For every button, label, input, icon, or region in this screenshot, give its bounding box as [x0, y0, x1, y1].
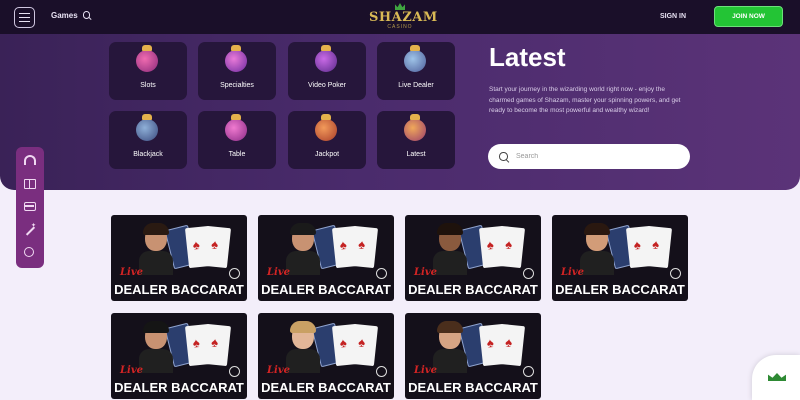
potion-table-icon: [225, 114, 247, 141]
category-latest[interactable]: Latest: [377, 111, 455, 169]
chip-icon: [229, 268, 240, 279]
home-icon[interactable]: [24, 155, 36, 165]
game-tile[interactable]: Live DEALER BACCARAT: [552, 215, 688, 301]
game-title: DEALER BACCARAT: [261, 282, 391, 297]
search-input[interactable]: [516, 150, 681, 163]
live-label: Live: [120, 365, 144, 376]
potion-blackjack-icon: [136, 114, 158, 141]
live-label: Live: [414, 365, 438, 376]
category-label: Jackpot: [314, 151, 340, 158]
search-icon[interactable]: [82, 11, 92, 20]
card-icon[interactable]: [24, 202, 36, 211]
chat-icon[interactable]: [24, 247, 34, 257]
top-navbar: Games SHAZAM CASINO SIGN IN JOIN NOW: [0, 0, 800, 34]
playing-card-icon: [349, 323, 379, 367]
games-search-link[interactable]: Games: [51, 11, 92, 20]
playing-card-icon: [496, 225, 526, 269]
page-title: Latest: [489, 42, 566, 72]
live-label: Live: [267, 365, 291, 376]
category-specialties[interactable]: Specialties: [198, 42, 276, 100]
hero-description: Start your journey in the wizarding worl…: [489, 86, 681, 114]
dealer-image: [139, 321, 173, 373]
dealer-image: [286, 223, 320, 275]
support-chat-button[interactable]: [752, 355, 800, 400]
category-label: Blackjack: [133, 151, 163, 158]
potion-live-dealer-icon: [404, 45, 426, 72]
game-title: DEALER BACCARAT: [408, 282, 538, 297]
crown-icon: [768, 373, 786, 381]
live-label: Live: [267, 267, 291, 278]
game-title: DEALER BACCARAT: [114, 282, 244, 297]
search-icon: [499, 152, 509, 162]
category-label: Specialties: [220, 82, 254, 89]
shazam-casino-logo[interactable]: SHAZAM CASINO: [369, 3, 438, 31]
logo-sub-text: CASINO: [387, 24, 413, 30]
crown-icon: [395, 3, 405, 10]
playing-card-icon: [349, 225, 379, 269]
dealer-image: [580, 223, 614, 275]
playing-card-icon: [202, 225, 232, 269]
join-now-button[interactable]: JOIN NOW: [714, 6, 783, 27]
live-label: Live: [414, 267, 438, 278]
category-label: Latest: [406, 151, 426, 158]
potion-slots-icon: [136, 45, 158, 72]
category-live-dealer[interactable]: Live Dealer: [377, 42, 455, 100]
game-title: DEALER BACCARAT: [114, 380, 244, 395]
live-label: Live: [561, 267, 585, 278]
potion-latest-icon: [404, 114, 426, 141]
dealer-image: [286, 321, 320, 373]
game-title: DEALER BACCARAT: [555, 282, 685, 297]
chip-icon: [376, 268, 387, 279]
game-title: DEALER BACCARAT: [261, 380, 391, 395]
game-tile[interactable]: Live DEALER BACCARAT: [111, 313, 247, 399]
category-label: Video Poker: [307, 82, 346, 89]
chip-icon: [523, 268, 534, 279]
dealer-image: [139, 223, 173, 275]
search-bar[interactable]: [488, 144, 690, 169]
sign-in-link[interactable]: SIGN IN: [660, 13, 686, 20]
chip-icon: [376, 366, 387, 377]
logo-main-text: SHAZAM: [369, 10, 438, 25]
game-tile[interactable]: Live DEALER BACCARAT: [111, 215, 247, 301]
hamburger-menu-icon[interactable]: [14, 7, 35, 28]
dealer-image: [433, 321, 467, 373]
chip-icon: [670, 268, 681, 279]
game-tile[interactable]: Live DEALER BACCARAT: [258, 313, 394, 399]
category-label: Live Dealer: [398, 82, 434, 89]
playing-card-icon: [496, 323, 526, 367]
chip-icon: [229, 366, 240, 377]
category-slots[interactable]: Slots: [109, 42, 187, 100]
gift-icon[interactable]: [24, 179, 36, 189]
chip-icon: [523, 366, 534, 377]
potion-specialties-icon: [225, 45, 247, 72]
potion-jackpot-icon: [315, 114, 337, 141]
game-tile[interactable]: Live DEALER BACCARAT: [405, 313, 541, 399]
games-label: Games: [51, 11, 78, 20]
category-video-poker[interactable]: Video Poker: [288, 42, 366, 100]
playing-card-icon: [643, 225, 673, 269]
game-tile[interactable]: Live DEALER BACCARAT: [405, 215, 541, 301]
category-table[interactable]: Table: [198, 111, 276, 169]
playing-card-icon: [202, 323, 232, 367]
category-label: Slots: [140, 82, 156, 89]
potion-video-poker-icon: [315, 45, 337, 72]
game-tile[interactable]: Live DEALER BACCARAT: [258, 215, 394, 301]
game-title: DEALER BACCARAT: [408, 380, 538, 395]
live-label: Live: [120, 267, 144, 278]
magic-wand-icon[interactable]: [24, 222, 36, 237]
category-jackpot[interactable]: Jackpot: [288, 111, 366, 169]
dealer-image: [433, 223, 467, 275]
category-label: Table: [228, 151, 246, 158]
category-blackjack[interactable]: Blackjack: [109, 111, 187, 169]
side-quick-nav: [16, 147, 44, 268]
